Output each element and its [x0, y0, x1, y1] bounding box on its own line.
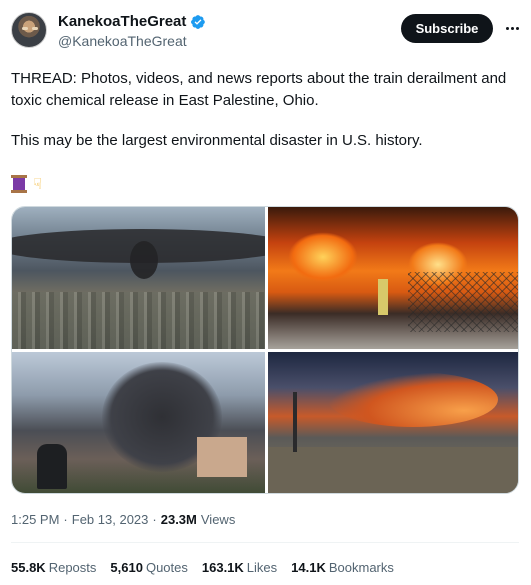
tweet-meta: 1:25 PM · Feb 13, 2023 · 23.3M Views	[11, 512, 235, 527]
tweet-text-paragraph-1: THREAD: Photos, videos, and news reports…	[11, 70, 507, 109]
quotes-count: 5,610	[110, 560, 143, 575]
smoke-column	[130, 241, 158, 279]
reposts-label: Reposts	[48, 560, 97, 575]
firefighter	[378, 279, 388, 315]
divider	[11, 542, 519, 543]
more-dot	[515, 26, 519, 30]
avatar-detail	[22, 27, 28, 30]
bookmarks-count: 14.1K	[291, 560, 326, 575]
quotes-label: Quotes	[145, 560, 188, 575]
verified-badge-icon	[191, 14, 206, 29]
field	[268, 447, 518, 493]
more-options-icon[interactable]	[501, 18, 523, 38]
bookmarks-label: Bookmarks	[328, 560, 394, 575]
tweet-text-paragraph-2: This may be the largest environmental di…	[11, 132, 423, 149]
author-handle[interactable]: @KanekoaTheGreat	[58, 33, 187, 49]
reposts-count: 55.8K	[11, 560, 46, 575]
meta-separator: ·	[152, 512, 157, 527]
quotes-stat[interactable]: 5,610 Quotes	[110, 560, 187, 575]
more-dot	[505, 26, 509, 30]
town-rooftops	[12, 292, 265, 349]
aerial-smoke-plume-photo[interactable]	[12, 207, 265, 349]
house	[197, 437, 247, 477]
tweet-time[interactable]: 1:25 PM	[11, 512, 59, 527]
views-label: Views	[200, 512, 236, 527]
smoke-over-town-photo[interactable]	[12, 352, 265, 493]
subscribe-button[interactable]: Subscribe	[401, 14, 493, 43]
tweet-date[interactable]: Feb 13, 2023	[72, 512, 149, 527]
author-display-name[interactable]: KanekoaTheGreat	[58, 13, 186, 30]
flame	[288, 232, 358, 282]
tree-trunk	[293, 392, 297, 452]
reposts-stat[interactable]: 55.8K Reposts	[11, 560, 96, 575]
fire-plume	[328, 372, 498, 427]
pointing-down-icon: ☟	[33, 175, 43, 193]
person-silhouette	[37, 444, 67, 489]
emoji-row: ☟	[11, 175, 42, 193]
meta-separator: ·	[63, 512, 68, 527]
fire-at-night-field-photo[interactable]	[268, 352, 518, 493]
engagement-stats: 55.8K Reposts 5,610 Quotes 163.1K Likes 14.…	[11, 560, 394, 575]
likes-stat[interactable]: 163.1K Likes	[202, 560, 277, 575]
media-grid	[11, 206, 519, 494]
chain-link-fence	[408, 272, 518, 332]
likes-count: 163.1K	[201, 560, 244, 575]
more-dot	[510, 26, 514, 30]
tweet-header: KanekoaTheGreat @KanekoaTheGreat Subscri…	[11, 12, 521, 52]
author-name-row: KanekoaTheGreat	[58, 13, 206, 30]
avatar-detail	[32, 27, 38, 30]
train-fire-firefighter-photo[interactable]	[268, 207, 518, 349]
tweet-text: THREAD: Photos, videos, and news reports…	[11, 68, 519, 112]
likes-label: Likes	[246, 560, 278, 575]
spool-of-thread-icon	[11, 175, 27, 193]
views-count: 23.3M	[160, 512, 197, 527]
avatar[interactable]	[11, 12, 47, 48]
bookmarks-stat[interactable]: 14.1K Bookmarks	[291, 560, 394, 575]
